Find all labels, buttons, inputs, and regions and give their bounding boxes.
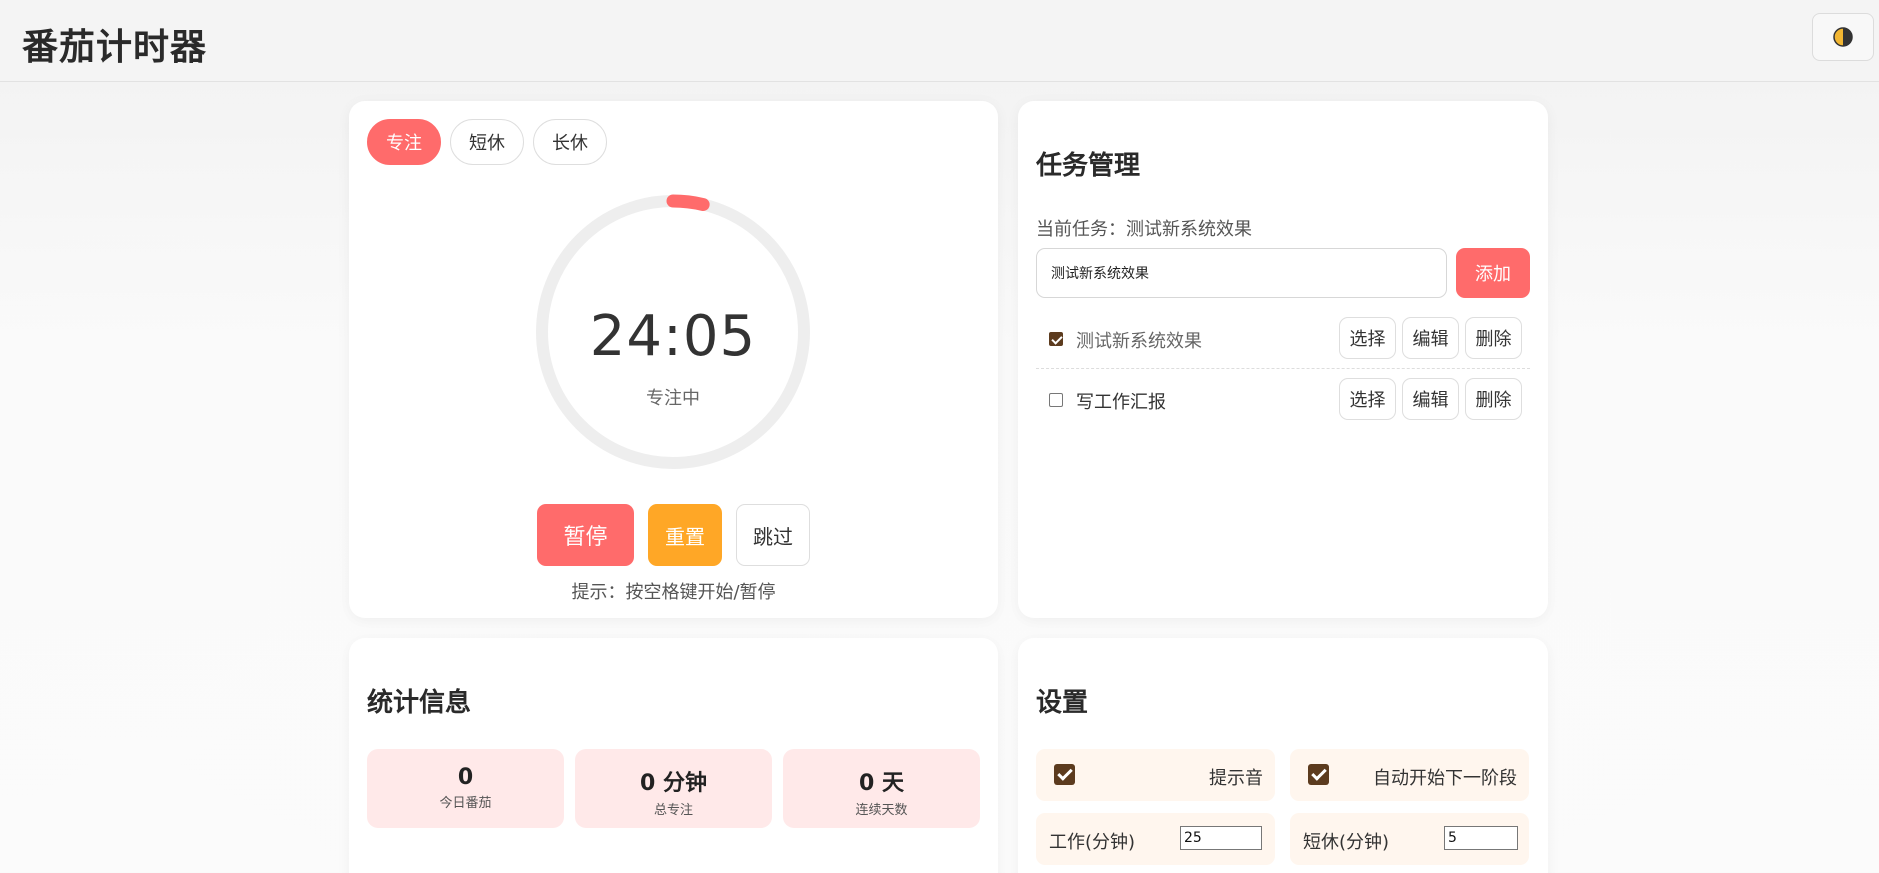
short-break-label: 短休(分钟) — [1303, 832, 1390, 853]
add-task-button[interactable]: 添加 — [1456, 248, 1530, 298]
edit-task-button[interactable]: 编辑 — [1402, 317, 1459, 359]
auto-start-checkbox[interactable] — [1308, 764, 1329, 785]
short-break-input[interactable] — [1444, 826, 1518, 850]
stat-value: 0 天 — [859, 771, 904, 796]
timer-status: 专注中 — [646, 388, 700, 409]
timer-ring: 24:05 专注中 — [535, 194, 811, 470]
timer-controls: 暂停 重置 跳过 — [537, 504, 810, 566]
work-minutes-label: 工作(分钟) — [1049, 832, 1136, 853]
time-display: 24:05 — [589, 304, 757, 369]
task-input[interactable] — [1036, 248, 1447, 298]
stat-label: 总专注 — [653, 803, 693, 818]
setting-auto-start: 自动开始下一阶段 — [1290, 749, 1529, 801]
task-label: 写工作汇报 — [1076, 392, 1166, 413]
select-task-button[interactable]: 选择 — [1339, 317, 1396, 359]
pause-button[interactable]: 暂停 — [537, 504, 634, 566]
keyboard-hint: 提示：按空格键开始/暂停 — [571, 582, 776, 603]
setting-short-break-minutes: 短休(分钟) — [1290, 813, 1529, 865]
stat-label: 今日番茄 — [439, 796, 492, 811]
app-header: 番茄计时器 — [0, 0, 1879, 82]
tab-focus[interactable]: 专注 — [367, 119, 441, 165]
select-task-button[interactable]: 选择 — [1339, 378, 1396, 420]
stat-label: 连续天数 — [855, 803, 908, 818]
task-card: 任务管理 当前任务：测试新系统效果 添加 测试新系统效果 选择 编辑 删除 写工… — [1018, 101, 1548, 618]
sound-label: 提示音 — [1209, 768, 1263, 789]
theme-toggle-button[interactable] — [1812, 13, 1874, 61]
stat-total-focus: 0 分钟 总专注 — [575, 749, 772, 828]
task-row: 测试新系统效果 选择 编辑 删除 — [1036, 309, 1530, 369]
delete-task-button[interactable]: 删除 — [1465, 378, 1522, 420]
task-actions: 选择 编辑 删除 — [1339, 317, 1522, 359]
stat-boxes: 0 今日番茄 0 分钟 总专注 0 天 连续天数 — [367, 749, 980, 828]
task-card-title: 任务管理 — [1036, 151, 1141, 181]
task-label: 测试新系统效果 — [1076, 331, 1202, 352]
settings-card-title: 设置 — [1036, 688, 1089, 718]
work-minutes-input[interactable] — [1180, 826, 1262, 850]
delete-task-button[interactable]: 删除 — [1465, 317, 1522, 359]
skip-button[interactable]: 跳过 — [736, 504, 810, 566]
setting-sound: 提示音 — [1036, 749, 1275, 801]
auto-start-label: 自动开始下一阶段 — [1373, 768, 1517, 789]
stat-today-pomodoros: 0 今日番茄 — [367, 749, 564, 828]
stats-card-title: 统计信息 — [367, 688, 472, 718]
settings-card: 设置 提示音 自动开始下一阶段 工作(分钟) 短休(分钟) — [1018, 638, 1548, 873]
task-actions: 选择 编辑 删除 — [1339, 378, 1522, 420]
stats-card: 统计信息 0 今日番茄 0 分钟 总专注 0 天 连续天数 — [349, 638, 998, 873]
task-checkbox[interactable] — [1049, 393, 1063, 407]
stat-value: 0 分钟 — [640, 771, 707, 796]
tab-short-break[interactable]: 短休 — [450, 119, 524, 165]
current-task-label: 当前任务：测试新系统效果 — [1036, 219, 1252, 240]
mode-tabs: 专注 短休 长休 — [367, 119, 607, 165]
stat-value: 0 — [457, 765, 474, 790]
timer-card: 专注 短休 长休 24:05 专注中 暂停 重置 跳过 提示：按空格键开始/暂停 — [349, 101, 998, 618]
app-title: 番茄计时器 — [22, 27, 208, 68]
setting-work-minutes: 工作(分钟) — [1036, 813, 1275, 865]
sound-checkbox[interactable] — [1054, 764, 1075, 785]
edit-task-button[interactable]: 编辑 — [1402, 378, 1459, 420]
task-row: 写工作汇报 选择 编辑 删除 — [1036, 370, 1530, 430]
tab-long-break[interactable]: 长休 — [533, 119, 607, 165]
task-checkbox[interactable] — [1049, 332, 1063, 346]
half-moon-icon — [1833, 27, 1853, 47]
reset-button[interactable]: 重置 — [648, 504, 722, 566]
stat-streak-days: 0 天 连续天数 — [783, 749, 980, 828]
